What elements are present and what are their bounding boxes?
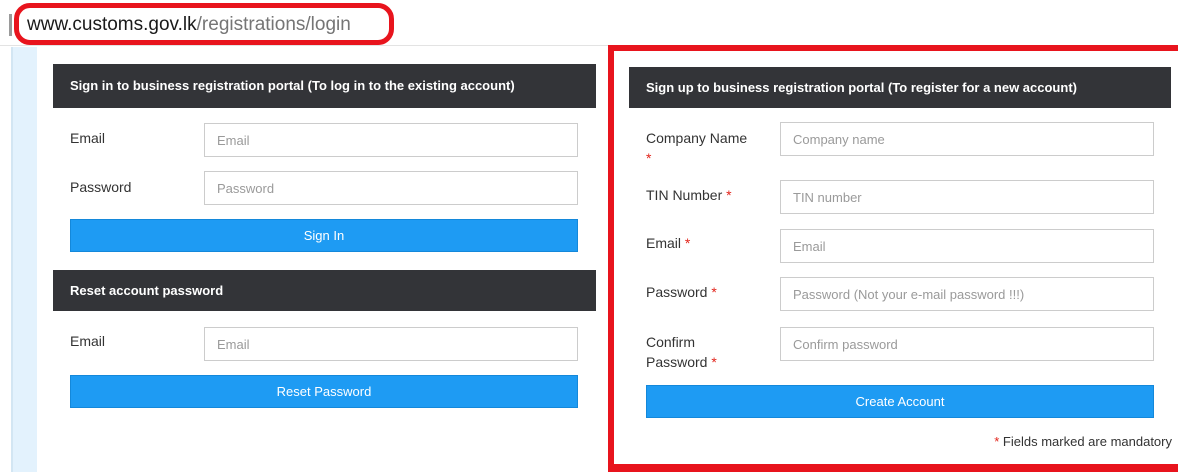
signin-email-input[interactable] bbox=[204, 123, 578, 157]
signin-email-label: Email bbox=[70, 130, 106, 146]
url-highlight-annotation bbox=[14, 3, 394, 45]
signup-highlight-annotation bbox=[608, 45, 1178, 472]
address-bar-edge bbox=[9, 14, 12, 36]
signup-highlight-annotation-bottom bbox=[608, 464, 1178, 472]
reset-header: Reset account password bbox=[53, 270, 596, 311]
page-gutter bbox=[11, 47, 37, 472]
signin-header: Sign in to business registration portal … bbox=[53, 64, 596, 108]
reset-panel: Reset account password Email Reset Passw… bbox=[53, 270, 596, 415]
signin-panel: Sign in to business registration portal … bbox=[53, 64, 596, 264]
signin-password-input[interactable] bbox=[204, 171, 578, 205]
reset-email-label: Email bbox=[70, 333, 106, 349]
address-bar[interactable]: www.customs.gov.lk/registrations/login bbox=[0, 0, 1178, 46]
reset-password-button[interactable]: Reset Password bbox=[70, 375, 578, 408]
signin-button[interactable]: Sign In bbox=[70, 219, 578, 252]
reset-email-input[interactable] bbox=[204, 327, 578, 361]
signin-password-label: Password bbox=[70, 179, 132, 195]
